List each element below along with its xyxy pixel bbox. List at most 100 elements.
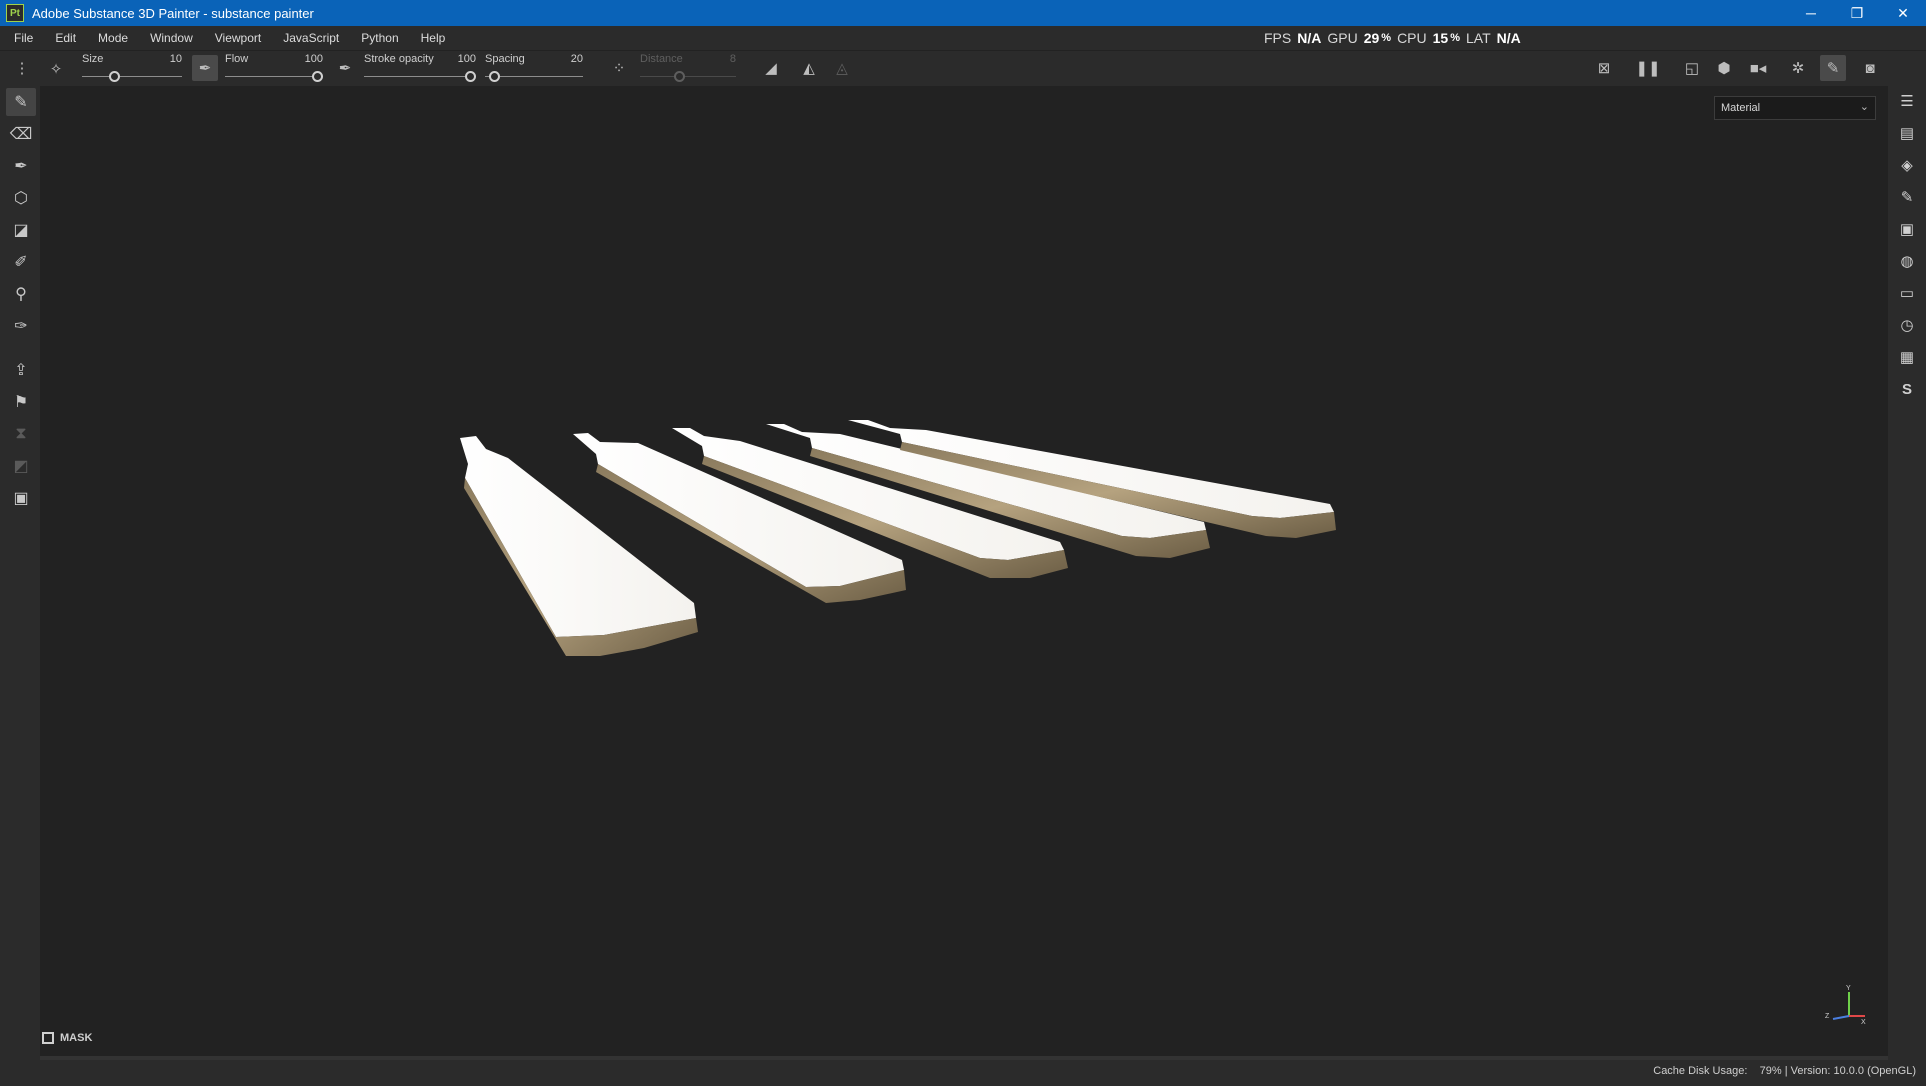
- eraser-icon[interactable]: ⌫: [6, 120, 36, 148]
- 3d-viewport[interactable]: Material ⌄ Y X Z MASK: [40, 86, 1888, 1056]
- layers-list-icon[interactable]: ☰: [1896, 90, 1918, 112]
- menu-viewport[interactable]: Viewport: [203, 31, 271, 45]
- menu-window[interactable]: Window: [138, 31, 203, 45]
- paint-mode-icon: ✎: [1826, 60, 1840, 77]
- app-logo: Pt: [6, 4, 24, 22]
- stroke-opacity-slider[interactable]: Stroke opacity 100: [364, 51, 476, 87]
- cpu-value: 15: [1432, 30, 1449, 46]
- stroke-opacity-label: Stroke opacity: [364, 53, 434, 65]
- tool-properties-bar: ⋮ ✧ Size 10 ✒ Flow 100 ✒ Stroke opacity …: [0, 50, 1926, 86]
- cache-value: 79%: [1759, 1065, 1782, 1077]
- screenshot-icon[interactable]: ◙: [1858, 55, 1882, 81]
- symmetry-icon[interactable]: ◭: [798, 55, 820, 81]
- axis-gizmo: Y X Z: [1817, 982, 1867, 1029]
- panel-strip: ☰ ▤ ◈ ✎ ▣ ◍ ▭ ◷ ▦ S: [1888, 86, 1926, 1056]
- color-picker-icon[interactable]: ✑: [6, 312, 36, 340]
- properties-icon[interactable]: ✎: [1896, 186, 1918, 208]
- flow-slider[interactable]: Flow 100: [225, 51, 323, 87]
- hide-ui-icon[interactable]: ⊠: [1592, 55, 1616, 81]
- restore-button[interactable]: ❐: [1834, 0, 1880, 26]
- flow-pressure-icon[interactable]: ✒: [334, 55, 356, 81]
- render-icon[interactable]: ▣: [6, 484, 36, 512]
- size-slider[interactable]: Size 10: [82, 51, 182, 87]
- channel-select[interactable]: Material ⌄: [1714, 96, 1876, 120]
- assets-icon[interactable]: ▭: [1896, 282, 1918, 304]
- x-axis-label: X: [1861, 1019, 1866, 1024]
- geometry-mask-icon[interactable]: ⬡: [6, 184, 36, 212]
- window-controls: ─ ❐ ✕: [1788, 0, 1926, 26]
- distance-knob: [674, 71, 685, 82]
- texture-set-icon[interactable]: ▤: [1896, 122, 1918, 144]
- gpu-unit: %: [1381, 32, 1392, 44]
- clone-stamp-icon[interactable]: ⚲: [6, 280, 36, 308]
- flow-knob[interactable]: [312, 71, 323, 82]
- hourglass-icon: ⧗: [15, 425, 27, 442]
- menu-mode[interactable]: Mode: [86, 31, 138, 45]
- cpu-label: CPU: [1397, 30, 1427, 46]
- fps-value: N/A: [1297, 30, 1322, 46]
- display-settings-icon[interactable]: ▣: [1896, 218, 1918, 240]
- tool-strip: ✎ ⌫ ✒ ⬡ ◪ ✐ ⚲ ✑ ⇪ ⚑ ⧗ ◩ ▣: [0, 86, 40, 1056]
- mask-toggle[interactable]: MASK: [42, 1032, 92, 1044]
- close-button[interactable]: ✕: [1880, 0, 1926, 26]
- channel-select-value: Material: [1721, 102, 1761, 114]
- menu-bar: File Edit Mode Window Viewport JavaScrip…: [0, 26, 1926, 50]
- polygon-fill-icon[interactable]: ◪: [6, 216, 36, 244]
- pen-pressure-icon: ✒: [198, 60, 212, 77]
- mask-label: MASK: [60, 1032, 93, 1044]
- lazy-mouse-icon[interactable]: ⁘: [606, 55, 632, 81]
- cpu-unit: %: [1450, 32, 1460, 44]
- flow-value: 100: [304, 53, 323, 65]
- symmetry-settings-icon: ◬: [836, 60, 848, 77]
- history-icon[interactable]: ◷: [1896, 314, 1918, 336]
- stroke-opacity-knob[interactable]: [465, 71, 476, 82]
- status-text: Cache Disk Usage: 79% | Version: 10.0.0 …: [1653, 1065, 1916, 1077]
- mask-checkbox[interactable]: [42, 1032, 54, 1044]
- menu-edit[interactable]: Edit: [43, 31, 86, 45]
- brush-preset-icon[interactable]: ✧: [42, 55, 70, 83]
- menu-python[interactable]: Python: [349, 31, 408, 45]
- smudge-icon[interactable]: ✐: [6, 248, 36, 276]
- menu-help[interactable]: Help: [409, 31, 456, 45]
- gpu-label: GPU: [1327, 30, 1358, 46]
- model-scene[interactable]: [40, 86, 1888, 1056]
- projection-icon[interactable]: ✒: [6, 152, 36, 180]
- stroke-opacity-value: 100: [457, 53, 476, 65]
- fps-label: FPS: [1264, 30, 1292, 46]
- lat-value: N/A: [1496, 30, 1521, 46]
- size-value: 10: [169, 53, 182, 65]
- minimize-button[interactable]: ─: [1788, 0, 1834, 26]
- cache-label: Cache Disk Usage:: [1653, 1065, 1748, 1077]
- pause-icon[interactable]: ❚❚: [1635, 55, 1660, 81]
- uv-icon: ◩: [13, 458, 29, 475]
- iray-icon[interactable]: ✲: [1786, 55, 1810, 81]
- y-axis-label: Y: [1846, 985, 1851, 992]
- log-icon[interactable]: ▦: [1896, 346, 1918, 368]
- paint-brush-icon[interactable]: ✎: [6, 88, 36, 116]
- layer-stack-icon[interactable]: ◈: [1896, 154, 1918, 176]
- 2d-view-icon[interactable]: ◱: [1680, 55, 1704, 81]
- menu-javascript[interactable]: JavaScript: [271, 31, 349, 45]
- chevron-down-icon: ⌄: [1859, 101, 1869, 113]
- z-axis-label: Z: [1825, 1013, 1830, 1020]
- drag-handle-icon[interactable]: ⋮: [10, 53, 34, 83]
- size-label: Size: [82, 53, 104, 65]
- spacing-knob[interactable]: [489, 71, 500, 82]
- flow-label: Flow: [225, 53, 249, 65]
- shader-settings-icon[interactable]: ◍: [1896, 250, 1918, 272]
- camera-icon[interactable]: ■◂: [1744, 55, 1772, 81]
- 3d-view-icon[interactable]: ⬢: [1712, 55, 1736, 81]
- size-knob[interactable]: [109, 71, 120, 82]
- gpu-value: 29: [1363, 30, 1380, 46]
- distance-label: Distance: [640, 53, 683, 65]
- spacing-slider[interactable]: Spacing 20: [485, 51, 583, 87]
- substance-share-icon[interactable]: S: [1896, 378, 1918, 400]
- viewport-bottom-border: [40, 1056, 1888, 1060]
- menu-file[interactable]: File: [0, 31, 43, 45]
- window-title: Adobe Substance 3D Painter - substance p…: [32, 5, 314, 21]
- measure-icon[interactable]: ⚑: [6, 388, 36, 416]
- bake-icon[interactable]: ⇪: [6, 356, 36, 384]
- distance-value: 8: [729, 53, 736, 65]
- z-axis-line: [1832, 1015, 1850, 1020]
- alignment-icon[interactable]: ◢: [756, 55, 786, 81]
